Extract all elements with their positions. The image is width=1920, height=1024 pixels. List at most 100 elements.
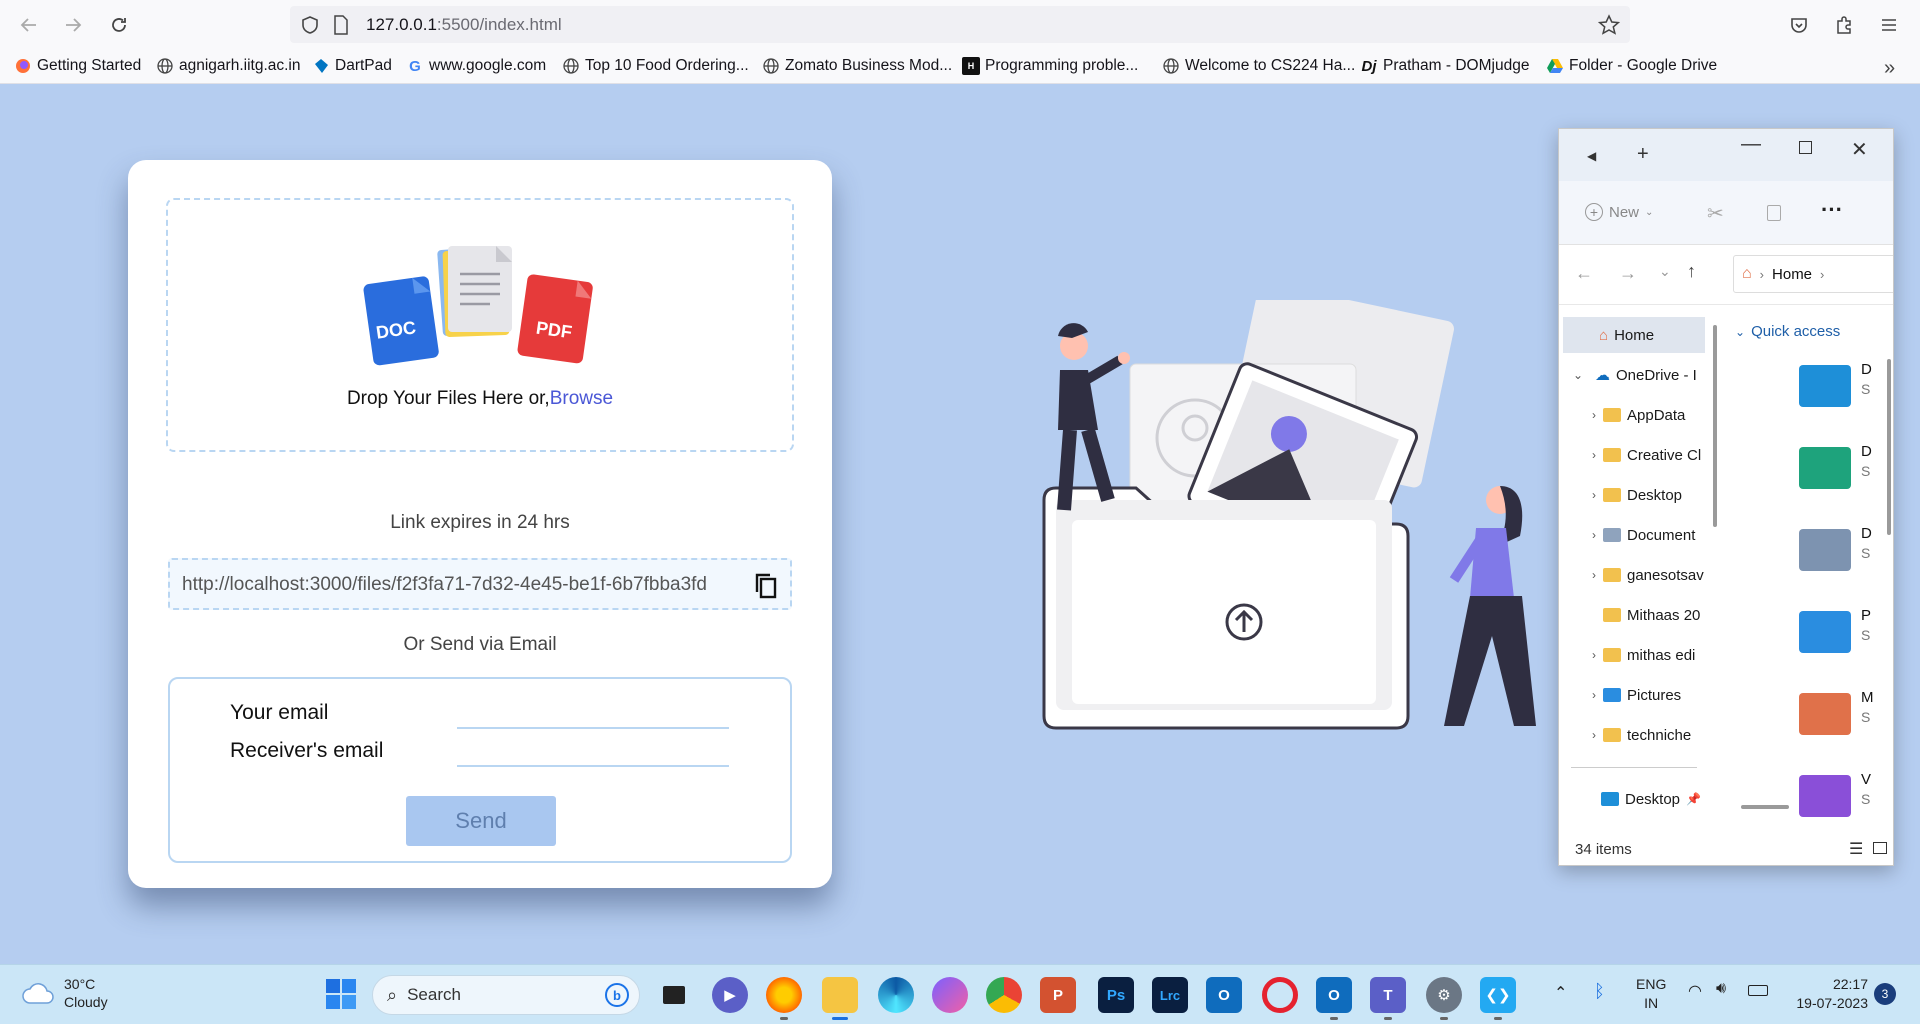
photoshop-icon[interactable]: Ps bbox=[1098, 977, 1134, 1013]
nav-folder[interactable]: › techniche bbox=[1559, 717, 1709, 753]
new-tab-icon[interactable]: + bbox=[1637, 143, 1649, 166]
up-arrow-icon[interactable]: ↑ bbox=[1687, 261, 1696, 282]
wifi-icon[interactable]: ◠ bbox=[1688, 981, 1702, 1001]
close-icon[interactable]: ✕ bbox=[1851, 137, 1868, 162]
bookmark-item[interactable]: H Programming proble... bbox=[962, 57, 1138, 75]
copilot-icon[interactable] bbox=[932, 977, 968, 1013]
details-view-icon[interactable]: ☰ bbox=[1849, 839, 1863, 859]
battery-icon[interactable] bbox=[1748, 985, 1768, 996]
share-link-url[interactable]: http://localhost:3000/files/f2f3fa71-7d3… bbox=[182, 574, 744, 596]
pocket-button[interactable] bbox=[1784, 10, 1814, 40]
teams-chat-icon[interactable]: ▶ bbox=[712, 977, 748, 1013]
bookmark-star-icon[interactable] bbox=[1598, 14, 1620, 36]
chevron-up-icon[interactable]: ⌃ bbox=[1554, 983, 1567, 1003]
lightroom-icon[interactable]: Lrc bbox=[1152, 977, 1188, 1013]
breadcrumb[interactable]: ⌂ › Home › bbox=[1733, 255, 1893, 293]
file-explorer-icon[interactable] bbox=[822, 977, 858, 1013]
back-button[interactable] bbox=[14, 10, 44, 40]
powerpoint-icon[interactable]: P bbox=[1040, 977, 1076, 1013]
horizontal-scrollbar[interactable] bbox=[1741, 805, 1789, 809]
explorer-titlebar: ◀ + — ✕ bbox=[1559, 129, 1893, 181]
bookmarks-overflow-button[interactable]: » bbox=[1884, 57, 1895, 80]
more-options-icon[interactable]: ··· bbox=[1821, 197, 1843, 223]
bookmark-item[interactable]: agnigarh.iitg.ac.in bbox=[156, 57, 301, 75]
nav-scrollbar[interactable] bbox=[1713, 325, 1717, 527]
nav-folder[interactable]: › mithas edi bbox=[1559, 637, 1709, 673]
nav-folder[interactable]: › Document bbox=[1559, 517, 1709, 553]
bookmark-item[interactable]: Gwww.google.com bbox=[406, 57, 546, 75]
bookmark-item[interactable]: Folder - Google Drive bbox=[1546, 57, 1717, 75]
nav-folder[interactable]: › AppData bbox=[1559, 397, 1709, 433]
nav-folder[interactable]: › Desktop bbox=[1559, 477, 1709, 513]
start-button[interactable] bbox=[326, 979, 356, 1009]
task-view-icon[interactable] bbox=[656, 977, 692, 1013]
bookmark-item[interactable]: Zomato Business Mod... bbox=[762, 57, 952, 75]
minimize-icon[interactable]: — bbox=[1741, 133, 1761, 156]
quick-access-label: Quick access bbox=[1751, 323, 1841, 340]
nav-home[interactable]: ⌂ Home bbox=[1563, 317, 1705, 353]
bluetooth-icon[interactable]: ᛒ bbox=[1594, 981, 1605, 1002]
drop-zone[interactable]: DOC PDF Drop Your Files Here or,Browse bbox=[166, 198, 794, 452]
folder-icon bbox=[1603, 608, 1621, 622]
outlook-preview-icon[interactable]: O bbox=[1316, 977, 1352, 1013]
firefox-icon[interactable] bbox=[766, 977, 802, 1013]
forward-arrow-icon[interactable]: → bbox=[1619, 263, 1637, 284]
cut-icon[interactable]: ✂ bbox=[1707, 201, 1724, 226]
receiver-email-input[interactable] bbox=[457, 741, 729, 767]
pin-icon: 📌 bbox=[1686, 792, 1701, 806]
quick-access-item[interactable]: DS bbox=[1799, 361, 1885, 421]
nav-desktop-pinned[interactable]: Desktop 📌 bbox=[1559, 781, 1709, 817]
copy-icon[interactable] bbox=[754, 572, 778, 600]
nav-label: Desktop bbox=[1627, 486, 1683, 504]
clock-time: 22:17 bbox=[1832, 976, 1868, 992]
browse-link[interactable]: Browse bbox=[550, 388, 613, 409]
outlook-icon[interactable]: O bbox=[1206, 977, 1242, 1013]
extensions-button[interactable] bbox=[1829, 10, 1859, 40]
bookmark-item[interactable]: Dj Pratham - DOMjudge bbox=[1360, 57, 1530, 75]
chevron-down-icon[interactable]: ⌄ bbox=[1659, 263, 1671, 280]
bookmark-item[interactable]: Getting Started bbox=[14, 57, 141, 75]
forward-button[interactable] bbox=[58, 10, 88, 40]
quick-access-item[interactable]: DS bbox=[1799, 525, 1885, 585]
reload-button[interactable] bbox=[104, 10, 134, 40]
bookmark-item[interactable]: DartPad bbox=[312, 57, 392, 75]
nav-onedrive[interactable]: ⌄ ☁ OneDrive - I bbox=[1559, 357, 1709, 393]
back-arrow-icon[interactable]: ← bbox=[1575, 263, 1593, 284]
chrome-icon[interactable] bbox=[986, 977, 1022, 1013]
home-icon: ⌂ bbox=[1599, 326, 1609, 344]
nav-folder[interactable]: › Pictures bbox=[1559, 677, 1709, 713]
nav-folder[interactable]: › Creative Cl bbox=[1559, 437, 1709, 473]
quick-access-header[interactable]: ⌄ Quick access bbox=[1735, 323, 1840, 340]
send-button[interactable]: Send bbox=[406, 796, 556, 846]
bookmark-item[interactable]: Top 10 Food Ordering... bbox=[562, 57, 749, 75]
quick-access-item[interactable]: PS bbox=[1799, 607, 1885, 667]
bookmark-item[interactable]: Welcome to CS224 Ha... bbox=[1162, 57, 1355, 75]
tab-back-icon[interactable]: ◀ bbox=[1587, 149, 1596, 163]
content-scrollbar[interactable] bbox=[1887, 359, 1891, 535]
google-icon: G bbox=[409, 57, 421, 75]
clock[interactable]: 22:17 19-07-2023 bbox=[1784, 975, 1868, 1013]
settings-gear-icon[interactable]: ⚙ bbox=[1426, 977, 1462, 1013]
quick-access-item[interactable]: VS bbox=[1799, 771, 1885, 831]
new-button[interactable]: + New ⌄ bbox=[1585, 203, 1653, 221]
nav-folder[interactable]: › ganesotsav bbox=[1559, 557, 1709, 593]
vscode-icon[interactable]: ❮❯ bbox=[1480, 977, 1516, 1013]
menu-button[interactable] bbox=[1874, 10, 1904, 40]
taskbar-search[interactable]: ⌕ Search b bbox=[372, 975, 640, 1015]
copy-icon[interactable] bbox=[1767, 205, 1781, 221]
weather-widget[interactable]: 30°C Cloudy bbox=[22, 975, 108, 1011]
edge-icon[interactable] bbox=[878, 977, 914, 1013]
language-indicator[interactable]: ENG IN bbox=[1636, 975, 1666, 1013]
url-bar[interactable]: 127.0.0.1:5500/index.html bbox=[290, 6, 1630, 43]
volume-icon[interactable]: 🔊︎ bbox=[1716, 980, 1726, 998]
teams-icon[interactable]: T bbox=[1370, 977, 1406, 1013]
notification-badge[interactable]: 3 bbox=[1874, 983, 1896, 1005]
quick-access-name: D bbox=[1861, 361, 1872, 378]
maximize-icon[interactable] bbox=[1799, 141, 1812, 154]
tiles-view-icon[interactable] bbox=[1873, 842, 1887, 854]
opera-icon[interactable] bbox=[1262, 977, 1298, 1013]
quick-access-item[interactable]: DS bbox=[1799, 443, 1885, 503]
your-email-input[interactable] bbox=[457, 703, 729, 729]
quick-access-item[interactable]: MS bbox=[1799, 689, 1885, 749]
nav-folder[interactable]: Mithaas 20 bbox=[1559, 597, 1709, 633]
